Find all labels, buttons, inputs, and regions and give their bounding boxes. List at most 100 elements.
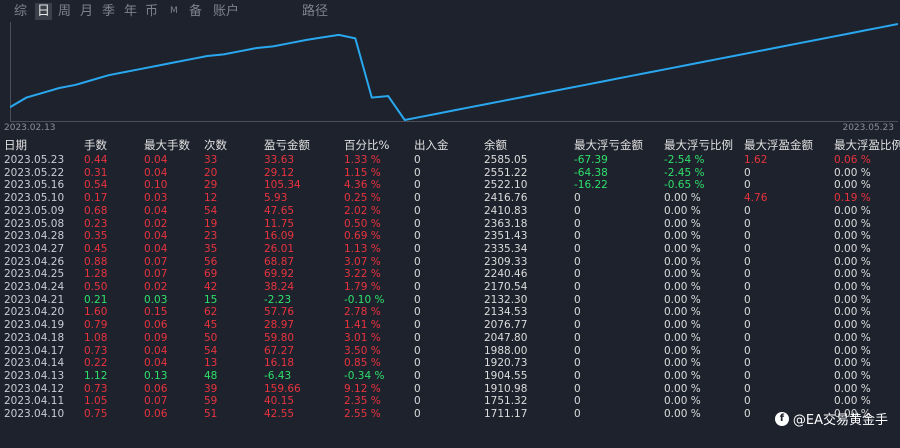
- table-row[interactable]: 2023.05.16 0.54 0.10 29 105.34 4.36 % 0 2522.10…: [0, 179, 900, 192]
- cell-lots: 0.44: [84, 154, 108, 166]
- table-row[interactable]: 2023.04.20 1.60 0.15 62 57.76 2.78 % 0 2134.53 0…: [0, 306, 900, 319]
- cell-pct: 2.02 %: [344, 204, 381, 217]
- cell-io: 0: [414, 331, 421, 344]
- tab-2[interactable]: 周: [58, 3, 71, 20]
- cell-pct: 1.15 %: [344, 166, 381, 179]
- tab-4[interactable]: 季: [102, 3, 115, 20]
- table-row[interactable]: 2023.04.13 1.12 0.13 48 -6.43 -0.34 % 0 1904.55…: [0, 370, 900, 383]
- cell-mfp: 0: [744, 230, 751, 243]
- tab-8[interactable]: 备: [189, 3, 202, 20]
- cell-balance: 2134.53: [484, 306, 528, 319]
- cell-mfp: 0: [744, 306, 751, 319]
- table-row[interactable]: 2023.04.17 0.73 0.04 54 67.27 3.50 % 0 1988.00 0…: [0, 345, 900, 358]
- table-row[interactable]: 2023.04.21 0.21 0.03 15 -2.23 -0.10 % 0 2132.30…: [0, 294, 900, 307]
- cell-pct: 3.50 %: [344, 344, 381, 357]
- table-row[interactable]: 2023.04.25 1.28 0.07 69 69.92 3.22 % 0 2240.46 0…: [0, 268, 900, 281]
- table-row[interactable]: 2023.04.24 0.50 0.02 42 38.24 1.79 % 0 2170.54 0…: [0, 281, 900, 294]
- column-header[interactable]: 手数: [84, 137, 107, 153]
- cell-mflp: 0.00 %: [664, 357, 701, 370]
- cell-max-lots: 0.04: [144, 242, 168, 255]
- cell-date: 2023.04.21: [4, 293, 65, 306]
- cell-pnl: 47.65: [264, 204, 295, 217]
- column-header[interactable]: 最大浮盈金额: [744, 137, 813, 153]
- cell-pct: 3.07 %: [344, 255, 381, 268]
- cell-pnl: 28.97: [264, 319, 295, 332]
- cell-mfpp: 0.00 %: [834, 179, 871, 192]
- cell-mflp: 0.00 %: [664, 408, 701, 420]
- cell-max-lots: 0.06: [144, 382, 168, 395]
- column-header[interactable]: 次数: [204, 137, 227, 153]
- chart-end-date: 2023.05.23: [842, 123, 894, 133]
- cell-mfl: 0: [574, 344, 581, 357]
- cell-count: 13: [204, 357, 218, 370]
- cell-count: 54: [204, 344, 218, 357]
- cell-mfp: 0: [744, 255, 751, 268]
- column-header[interactable]: 最大浮盈比例: [834, 137, 900, 153]
- tab-0[interactable]: 综: [14, 3, 27, 20]
- table-row[interactable]: 2023.04.19 0.79 0.06 45 28.97 1.41 % 0 2076.77 0…: [0, 319, 900, 332]
- period-tab-bar: 综日周月季年币 M 备账户 路径: [0, 0, 900, 22]
- table-row[interactable]: 2023.05.23 0.44 0.04 33 33.63 1.33 % 0 2585.05 -…: [0, 154, 900, 167]
- tab-6[interactable]: 币: [145, 3, 158, 20]
- column-header[interactable]: 盈亏金额: [264, 137, 310, 153]
- column-header[interactable]: 余额: [484, 137, 507, 153]
- cell-balance: 1988.00: [484, 344, 528, 357]
- cell-mfp: 0: [744, 293, 751, 306]
- table-row[interactable]: 2023.04.28 0.35 0.04 23 16.09 0.69 % 0 2351.43 0…: [0, 230, 900, 243]
- cell-mfl: 0: [574, 331, 581, 344]
- cell-balance: 1910.98: [484, 382, 528, 395]
- table-row[interactable]: 2023.04.10 0.75 0.06 51 42.55 2.55 % 0 1711.17 0…: [0, 408, 900, 421]
- cell-pnl: 11.75: [264, 217, 295, 230]
- table-row[interactable]: 2023.04.11 1.05 0.07 59 40.15 2.35 % 0 1751.32 0…: [0, 395, 900, 408]
- table-row[interactable]: 2023.05.22 0.31 0.04 20 29.12 1.15 % 0 2551.22 -…: [0, 167, 900, 180]
- cell-mfl: 0: [574, 408, 581, 420]
- cell-lots: 0.88: [84, 255, 108, 268]
- column-header[interactable]: 日期: [4, 137, 27, 153]
- cell-count: 69: [204, 268, 218, 281]
- cell-count: 29: [204, 179, 218, 192]
- column-header[interactable]: 出入金: [414, 137, 449, 153]
- tab-10[interactable]: 路径: [302, 3, 328, 20]
- tab-1[interactable]: 日: [35, 3, 53, 20]
- cell-mfp: 0: [744, 281, 751, 293]
- cell-mfp: 0: [744, 408, 751, 420]
- column-header[interactable]: 最大浮亏金额: [574, 137, 643, 153]
- table-row[interactable]: 2023.04.12 0.73 0.06 39 159.66 9.12 % 0 1910.98…: [0, 383, 900, 396]
- cell-pct: 0.50 %: [344, 217, 381, 230]
- cell-mfpp: 0.00 %: [834, 268, 871, 281]
- cell-io: 0: [414, 217, 421, 230]
- cell-balance: 1920.73: [484, 357, 528, 370]
- cell-mflp: -2.45 %: [664, 166, 705, 179]
- table-row[interactable]: 2023.04.18 1.08 0.09 50 59.80 3.01 % 0 2047.80 0…: [0, 332, 900, 345]
- cell-balance: 1711.17: [484, 408, 528, 420]
- column-header[interactable]: 最大手数: [144, 137, 190, 153]
- cell-max-lots: 0.04: [144, 166, 168, 179]
- cell-count: 12: [204, 192, 218, 205]
- cell-mflp: 0.00 %: [664, 306, 701, 319]
- cell-lots: 0.17: [84, 192, 108, 205]
- cell-lots: 1.28: [84, 268, 108, 281]
- tab-5[interactable]: 年: [124, 3, 137, 20]
- table-row[interactable]: 2023.05.10 0.17 0.03 12 5.93 0.25 % 0 2416.76 0 0…: [0, 192, 900, 205]
- cell-io: 0: [414, 306, 421, 319]
- cell-balance: 2522.10: [484, 179, 528, 192]
- table-row[interactable]: 2023.05.08 0.23 0.02 19 11.75 0.50 % 0 2363.18 0…: [0, 218, 900, 231]
- cell-lots: 0.21: [84, 293, 108, 306]
- tab-9[interactable]: 账户: [213, 3, 239, 20]
- tab-7[interactable]: M: [170, 3, 178, 20]
- cell-pnl: 57.76: [264, 306, 295, 319]
- column-header[interactable]: 最大浮亏比例: [664, 137, 733, 153]
- cell-count: 50: [204, 331, 218, 344]
- table-row[interactable]: 2023.04.27 0.45 0.04 35 26.01 1.13 % 0 2335.34 0…: [0, 243, 900, 256]
- balance-line: [10, 23, 898, 122]
- tab-3[interactable]: 月: [80, 3, 93, 20]
- cell-pct: -0.10 %: [344, 293, 385, 306]
- cell-mfpp: 0.00 %: [834, 357, 871, 370]
- column-header[interactable]: 百分比%: [344, 137, 389, 153]
- table-row[interactable]: 2023.05.09 0.68 0.04 54 47.65 2.02 % 0 2410.83 0…: [0, 205, 900, 218]
- cell-count: 42: [204, 281, 218, 293]
- cell-balance: 2309.33: [484, 255, 528, 268]
- cell-count: 45: [204, 319, 218, 332]
- table-row[interactable]: 2023.04.26 0.88 0.07 56 68.87 3.07 % 0 2309.33 0…: [0, 256, 900, 269]
- table-row[interactable]: 2023.04.14 0.22 0.04 13 16.18 0.85 % 0 1920.73 0…: [0, 357, 900, 370]
